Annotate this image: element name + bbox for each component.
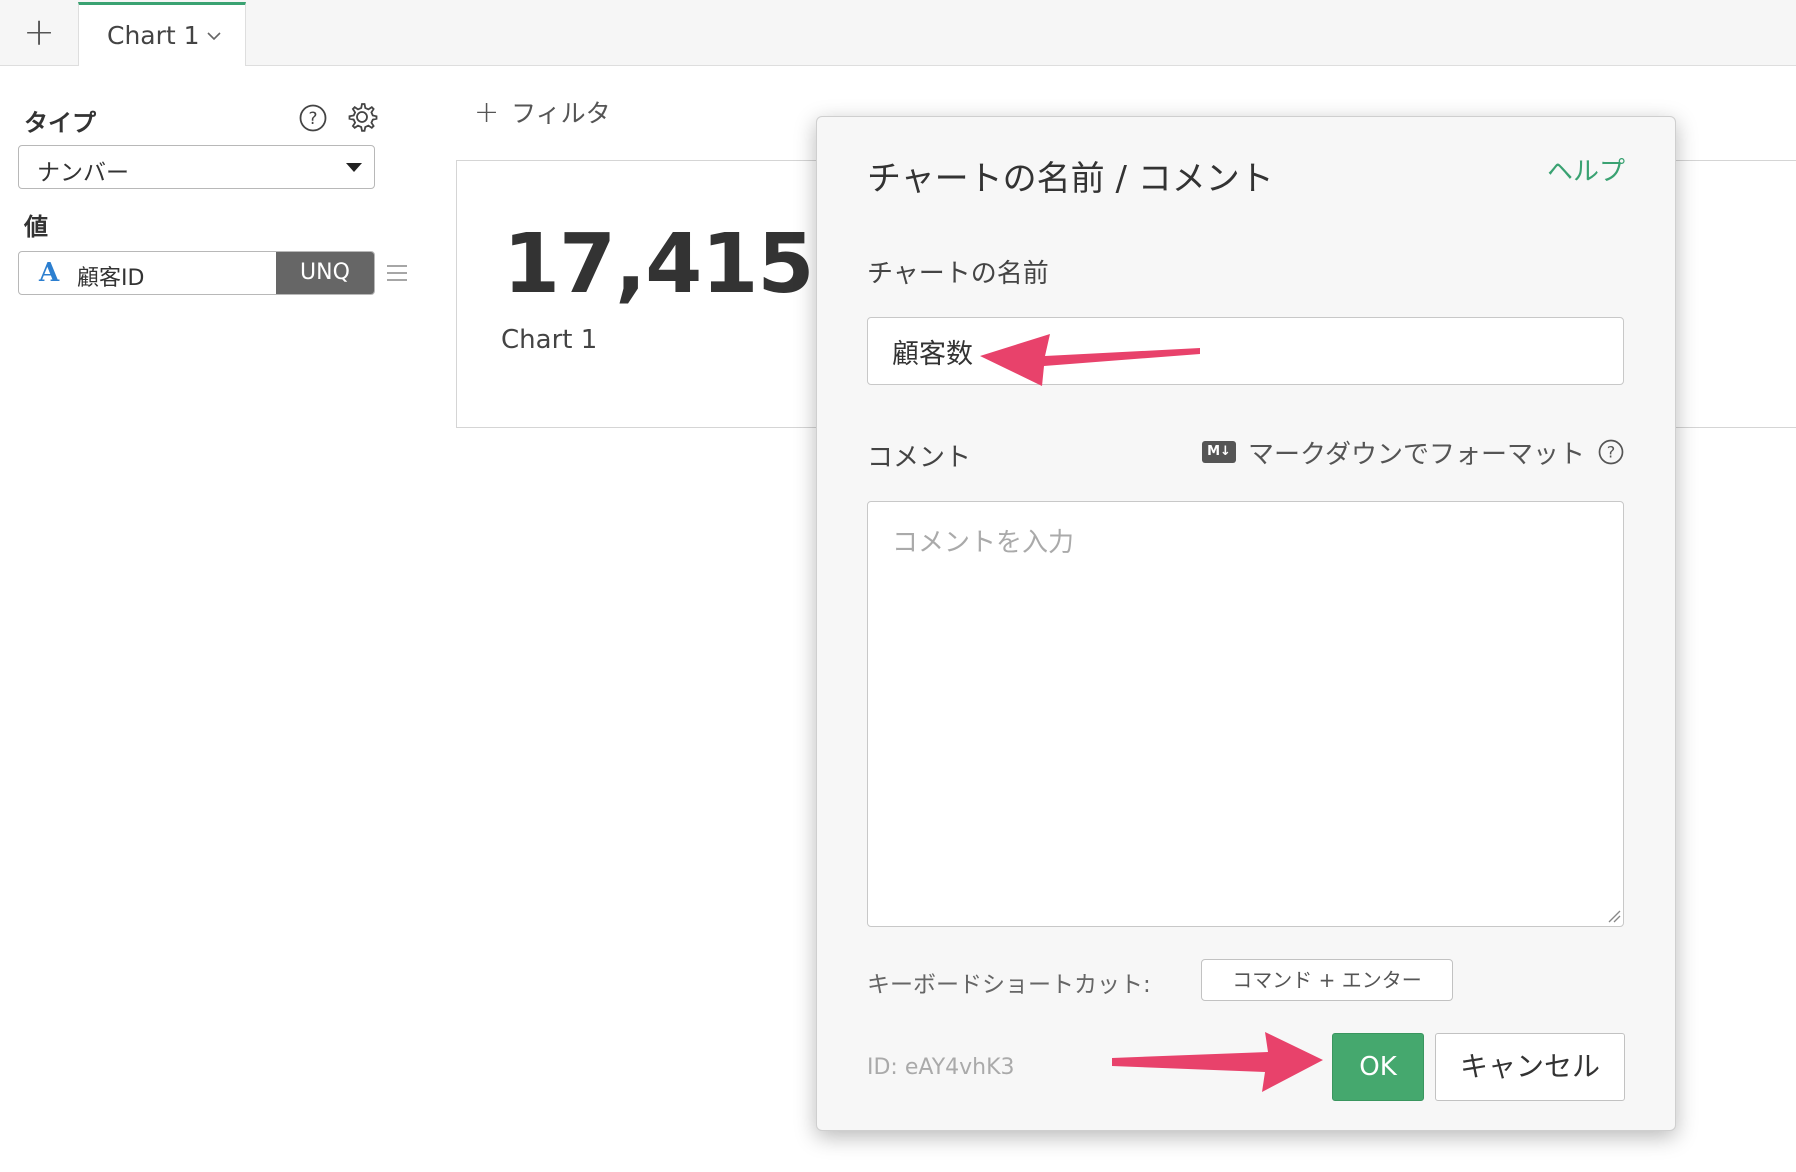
ok-button[interactable]: OK <box>1332 1033 1424 1101</box>
chart-id: ID: eAY4vhK3 <box>867 1055 1015 1080</box>
gear-icon[interactable] <box>346 101 378 133</box>
comment-textarea[interactable] <box>867 501 1624 927</box>
cancel-button[interactable]: キャンセル <box>1435 1033 1625 1101</box>
dialog-title: チャートの名前 / コメント <box>867 159 1274 199</box>
add-filter-button[interactable]: + フィルタ <box>474 94 611 130</box>
help-link[interactable]: ヘルプ <box>1547 151 1625 188</box>
chevron-down-icon[interactable] <box>205 27 223 45</box>
add-tab-button[interactable]: + <box>18 12 60 54</box>
value-column-field[interactable]: A 顧客ID UNQ <box>18 251 375 295</box>
chart-type-select[interactable]: ナンバー <box>18 145 375 189</box>
chart-name-label: チャートの名前 <box>867 259 1049 289</box>
drag-handle-icon[interactable] <box>386 262 408 284</box>
help-icon[interactable]: ? <box>1597 438 1625 466</box>
chart-type-value: ナンバー <box>37 160 129 186</box>
chart-settings-panel: タイプ ? ナンバー 値 A 顧客ID UNQ <box>0 67 420 1172</box>
keyboard-shortcut-label: キーボードショートカット: <box>867 972 1151 998</box>
string-type-icon: A <box>39 258 60 288</box>
svg-text:?: ? <box>308 109 317 129</box>
chart-name-input[interactable] <box>867 317 1624 385</box>
comment-label: コメント <box>867 443 972 473</box>
plus-icon: + <box>474 94 500 130</box>
help-icon[interactable]: ? <box>298 103 328 133</box>
chart-name: Chart 1 <box>501 325 598 355</box>
chart-name-comment-dialog: チャートの名前 / コメント ヘルプ チャートの名前 コメント M↓ マークダウ… <box>816 116 1676 1131</box>
markdown-format-note: M↓ マークダウンでフォーマット ? <box>1202 435 1625 470</box>
value-label: 値 <box>24 213 48 241</box>
type-label: タイプ <box>24 109 96 137</box>
tab-chart-1[interactable]: Chart 1 <box>78 2 246 66</box>
tab-label: Chart 1 <box>107 21 200 50</box>
chart-number-value: 17,415 <box>503 217 814 312</box>
markdown-format-label: マークダウンでフォーマット <box>1248 439 1585 470</box>
filter-label: フィルタ <box>511 99 611 128</box>
value-column-name: 顧客ID <box>77 266 145 291</box>
tab-bar: + Chart 1 <box>0 0 1796 66</box>
markdown-icon: M↓ <box>1202 441 1237 463</box>
caret-down-icon <box>346 163 362 172</box>
keyboard-shortcut-key: コマンド + エンター <box>1201 959 1453 1001</box>
aggregation-badge[interactable]: UNQ <box>276 252 374 294</box>
resize-grip-icon[interactable] <box>1607 909 1621 923</box>
svg-text:?: ? <box>1607 443 1616 462</box>
